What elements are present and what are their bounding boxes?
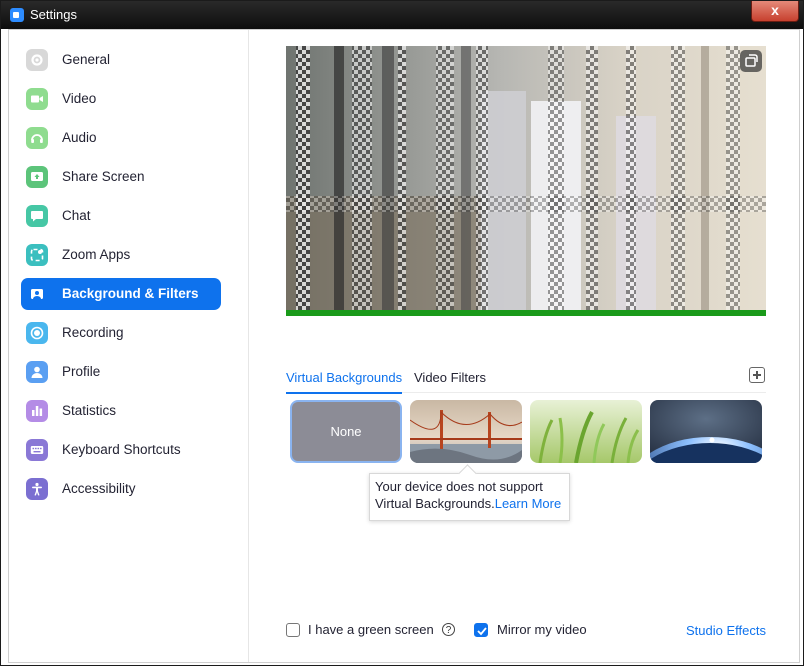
sidebar-item-profile[interactable]: Profile [21,356,221,388]
window-title: Settings [30,7,77,22]
tooltip-line1: Your device does not support [375,479,543,494]
person-icon [26,361,48,383]
headphones-icon [26,127,48,149]
help-icon[interactable]: ? [442,623,455,636]
sidebar: General Video Audio Share Screen Chat Zo… [9,30,249,662]
rotate-video-button[interactable] [740,50,762,72]
tab-virtual-backgrounds[interactable]: Virtual Backgrounds [286,370,403,394]
sidebar-item-background-filters[interactable]: Background & Filters [21,278,221,310]
earth-from-space-image [650,400,762,463]
sidebar-item-share-screen[interactable]: Share Screen [21,161,221,193]
checkmark-icon [477,627,487,636]
green-screen-label: I have a green screen [308,622,434,637]
sidebar-item-label: Video [62,91,97,106]
background-none[interactable]: None [290,400,402,463]
sidebar-item-label: Profile [62,364,101,379]
studio-effects-link[interactable]: Studio Effects [686,623,766,638]
sidebar-item-chat[interactable]: Chat [21,200,221,232]
sidebar-item-label: General [62,52,111,67]
tab-video-filters[interactable]: Video Filters [414,370,486,392]
sidebar-item-label: Background & Filters [62,286,199,301]
zoom-app-icon [10,8,24,22]
sidebar-item-label: Keyboard Shortcuts [62,442,181,457]
settings-content: General Video Audio Share Screen Chat Zo… [8,29,800,663]
sidebar-item-recording[interactable]: Recording [21,317,221,349]
sidebar-item-video[interactable]: Video [21,83,221,115]
sidebar-item-label: Share Screen [62,169,145,184]
background-earth[interactable] [650,400,762,463]
tooltip-line2-text: Virtual Backgrounds. [375,496,495,511]
mirror-video-checkbox[interactable] [474,623,488,637]
preview-status-bar [286,310,766,316]
keyboard-icon [26,439,48,461]
background-icon [26,283,48,305]
record-icon [26,322,48,344]
accessibility-icon [26,478,48,500]
golden-gate-image [410,400,522,463]
sidebar-item-keyboard-shortcuts[interactable]: Keyboard Shortcuts [21,434,221,466]
gear-icon [26,49,48,71]
settings-window: Settings x General Video Audio Share Scr… [0,0,804,666]
sidebar-item-general[interactable]: General [21,44,221,76]
add-background-button[interactable] [749,367,765,383]
sidebar-item-label: Audio [62,130,97,145]
sidebar-item-statistics[interactable]: Statistics [21,395,221,427]
close-button[interactable]: x [751,1,799,22]
mirror-video-label: Mirror my video [497,622,587,637]
background-grass[interactable] [530,400,642,463]
sidebar-item-accessibility[interactable]: Accessibility [21,473,221,505]
unsupported-tooltip: Your device does not support Virtual Bac… [369,473,570,521]
bottom-options: I have a green screen ? Mirror my video … [286,622,766,642]
sidebar-item-label: Chat [62,208,91,223]
tooltip-line2: Virtual Backgrounds.Learn More [375,496,561,511]
grass-image [530,400,642,463]
learn-more-link[interactable]: Learn More [495,496,561,511]
camera-feed-image [286,46,766,316]
sidebar-item-audio[interactable]: Audio [21,122,221,154]
rotate-icon [745,54,758,67]
main-panel: Virtual Backgrounds Video Filters None Y… [249,30,799,662]
sidebar-item-label: Zoom Apps [62,247,131,262]
sidebar-item-label: Statistics [62,403,117,418]
video-preview [286,46,766,316]
chat-bubble-icon [26,205,48,227]
bar-chart-icon [26,400,48,422]
sidebar-item-label: Recording [62,325,124,340]
background-golden-gate[interactable] [410,400,522,463]
title-bar: Settings x [1,1,803,29]
share-screen-icon [26,166,48,188]
apps-icon [26,244,48,266]
background-tabs: Virtual Backgrounds Video Filters [286,368,766,394]
background-none-label: None [330,424,362,439]
green-screen-checkbox[interactable] [286,623,300,637]
sidebar-item-zoom-apps[interactable]: Zoom Apps [21,239,221,271]
sidebar-item-label: Accessibility [62,481,136,496]
video-camera-icon [26,88,48,110]
